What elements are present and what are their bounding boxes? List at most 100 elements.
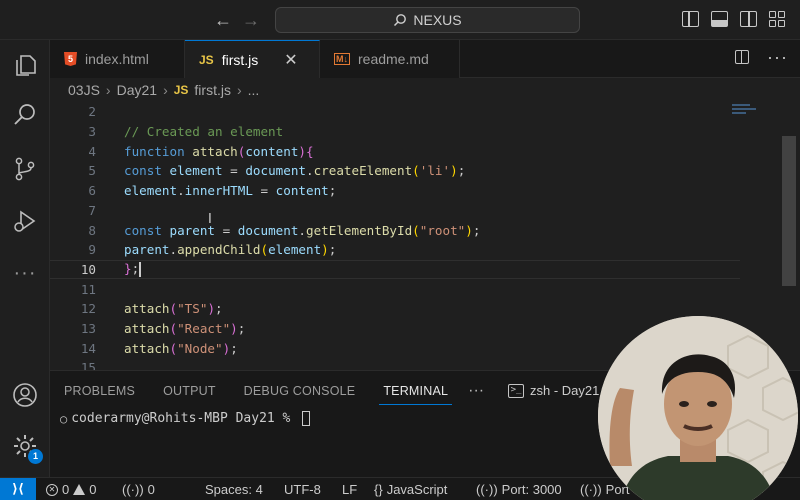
broadcast-icon: ((·)) <box>580 481 602 497</box>
terminal-session[interactable]: >_ zsh - Day21 <box>508 383 599 398</box>
markdown-file-icon: M↓ <box>334 53 350 65</box>
tab-label: index.html <box>85 51 149 67</box>
html-file-icon: 5 <box>64 52 77 66</box>
error-count: 0 <box>62 481 70 497</box>
line-number: 15 <box>80 360 96 370</box>
code-line[interactable]: 5 const element = document.createElement(… <box>50 161 740 181</box>
source-control-icon[interactable] <box>12 156 38 182</box>
toggle-sidebar-icon[interactable] <box>682 11 699 27</box>
breadcrumb-symbol[interactable]: ... <box>248 82 260 98</box>
code-text: attach("Node"); <box>124 340 238 356</box>
braces-icon: {} <box>374 481 383 497</box>
customize-layout-icon[interactable] <box>769 11 786 27</box>
split-editor-icon[interactable] <box>735 50 750 64</box>
tab-debug-console[interactable]: DEBUG CONSOLE <box>230 371 370 411</box>
settings-gear-icon[interactable]: 1 <box>12 433 43 464</box>
account-icon[interactable] <box>12 382 38 408</box>
line-number: 7 <box>88 202 96 218</box>
editor-actions: ··· <box>735 48 788 66</box>
line-number: 13 <box>80 321 96 337</box>
ports-status[interactable]: ((·)) 0 <box>122 478 155 500</box>
remote-indicator-icon[interactable]: ⟩⟨ <box>0 478 36 500</box>
line-number: 3 <box>88 124 96 140</box>
js-file-icon: JS <box>173 83 189 97</box>
broadcast-icon: ((·)) <box>122 481 144 497</box>
webcam-overlay <box>598 316 798 500</box>
code-text: function attach(content){ <box>124 143 314 159</box>
search-icon[interactable] <box>12 102 38 128</box>
eol-status[interactable]: LF <box>342 478 357 500</box>
editor-scrollbar[interactable] <box>782 136 796 286</box>
panel-tabs: PROBLEMS OUTPUT DEBUG CONSOLE TERMINAL ·… <box>50 371 490 411</box>
more-actions-icon[interactable]: ··· <box>767 48 788 66</box>
breadcrumb-folder[interactable]: 03JS <box>68 82 100 98</box>
chevron-right-icon: › <box>105 82 111 98</box>
terminal-prompt-line[interactable]: ○ coderarmy@Rohits-MBP Day21 % <box>60 411 311 426</box>
code-line[interactable]: 4 function attach(content){ <box>50 141 740 161</box>
warning-icon <box>73 484 86 495</box>
back-arrow-icon[interactable]: ← <box>214 10 232 30</box>
code-line[interactable]: 8 const parent = document.getElementById(… <box>50 220 740 240</box>
code-line[interactable]: 10}; <box>50 259 740 280</box>
error-icon: ✕ <box>46 483 58 496</box>
title-bar: ← → NEXUS <box>0 0 800 40</box>
line-number: 2 <box>88 104 96 120</box>
language-label: JavaScript <box>386 481 448 497</box>
line-number: 9 <box>88 242 96 258</box>
breadcrumb: 03JS › Day21 › JS first.js › ... <box>50 78 800 102</box>
code-text: const element = document.createElement('… <box>124 163 466 179</box>
tab-problems[interactable]: PROBLEMS <box>50 371 149 411</box>
explorer-icon[interactable] <box>12 52 38 78</box>
toggle-secondary-sidebar-icon[interactable] <box>740 11 757 27</box>
code-line[interactable]: 6 element.innerHTML = content; <box>50 181 740 201</box>
panel-more-icon[interactable]: ··· <box>462 371 490 411</box>
live-server-port-status[interactable]: ((·)) Port: 3000 <box>476 478 562 500</box>
code-line[interactable]: 12 attach("TS"); <box>50 299 740 319</box>
layout-controls <box>682 11 786 27</box>
tab-label: readme.md <box>358 51 429 67</box>
activity-bar: ··· 1 <box>0 40 50 477</box>
warning-count: 0 <box>89 481 97 497</box>
js-file-icon: JS <box>199 52 214 67</box>
command-center-search[interactable]: NEXUS <box>275 7 580 33</box>
encoding-status[interactable]: UTF-8 <box>284 478 321 500</box>
breadcrumb-folder[interactable]: Day21 <box>117 82 157 98</box>
prompt-circle-icon: ○ <box>60 411 68 426</box>
line-number: 12 <box>80 301 96 317</box>
tab-readme-md[interactable]: M↓ readme.md <box>320 40 460 78</box>
code-text: attach("TS"); <box>124 301 223 317</box>
indentation-status[interactable]: Spaces: 4 <box>205 478 263 500</box>
tab-first-js[interactable]: JS first.js ✕ <box>185 40 320 78</box>
line-number: 6 <box>88 183 96 199</box>
code-text: element.innerHTML = content; <box>124 183 337 199</box>
tab-terminal[interactable]: TERMINAL <box>369 371 462 411</box>
line-number: 14 <box>80 340 96 356</box>
code-line[interactable]: 2 <box>50 102 740 122</box>
tab-output[interactable]: OUTPUT <box>149 371 230 411</box>
code-line[interactable]: 7 <box>50 201 740 221</box>
chevron-right-icon: › <box>163 82 168 98</box>
terminal-icon: >_ <box>508 383 524 398</box>
run-debug-icon[interactable] <box>12 208 38 234</box>
forward-arrow-icon[interactable]: → <box>242 10 260 30</box>
text-cursor <box>139 262 141 278</box>
terminal-cursor <box>302 411 311 426</box>
code-line[interactable]: 9 parent.appendChild(element); <box>50 240 740 260</box>
close-icon[interactable]: ✕ <box>284 50 297 70</box>
terminal-session-label: zsh - Day21 <box>530 383 600 398</box>
language-mode-status[interactable]: {} JavaScript <box>374 478 447 500</box>
code-line[interactable]: 11 <box>50 279 740 299</box>
presenter-video <box>598 316 798 500</box>
notification-badge: 1 <box>28 449 43 464</box>
code-text: parent.appendChild(element); <box>124 242 337 258</box>
problems-status[interactable]: ✕ 0 0 <box>46 478 96 500</box>
breadcrumb-file[interactable]: first.js <box>194 82 231 98</box>
code-line[interactable]: 3 // Created an element <box>50 122 740 142</box>
tab-label: first.js <box>221 51 259 68</box>
toggle-panel-icon[interactable] <box>711 11 728 27</box>
line-number: 10 <box>80 261 96 277</box>
tab-index-html[interactable]: 5 index.html <box>50 40 185 78</box>
more-views-icon[interactable]: ··· <box>12 262 38 288</box>
code-text: attach("React"); <box>124 321 246 337</box>
code-text: // Created an element <box>124 124 284 140</box>
